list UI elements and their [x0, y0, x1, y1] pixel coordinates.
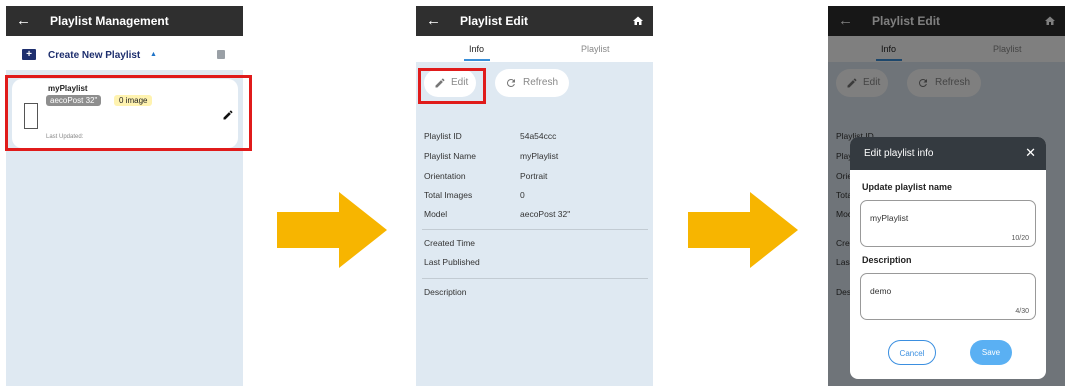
active-tab-indicator	[464, 59, 490, 61]
name-field-label: Update playlist name	[862, 182, 953, 192]
dialog-header: Edit playlist info ✕	[850, 137, 1046, 170]
row-label-description: Description	[424, 287, 467, 297]
tab-bar: Info Playlist	[416, 36, 653, 62]
refresh-label: Refresh	[523, 77, 559, 88]
next-step-arrow	[688, 192, 798, 268]
back-arrow-icon[interactable]: ←	[426, 12, 441, 30]
edit-dialog-screen: ← Playlist Edit Info Playlist Edit Refre…	[828, 6, 1065, 386]
description-field-label: Description	[862, 255, 912, 265]
name-char-counter: 10/20	[1011, 235, 1029, 242]
back-arrow-icon[interactable]: ←	[16, 12, 31, 30]
row-label-total-images: Total Images	[424, 190, 473, 200]
dialog-title: Edit playlist info	[864, 148, 934, 159]
page-title: Playlist Management	[50, 14, 169, 28]
row-value-playlist-name: myPlaylist	[520, 151, 559, 161]
row-label-model: Model	[424, 209, 448, 219]
description-value: demo	[870, 286, 892, 296]
description-field[interactable]: demo 4/30	[860, 273, 1036, 320]
refresh-button[interactable]: Refresh	[495, 69, 569, 97]
highlight-playlist-card	[5, 75, 252, 151]
playlist-name-field[interactable]: myPlaylist 10/20	[860, 200, 1036, 247]
row-value-orientation: Portrait	[520, 171, 548, 181]
row-label-playlist-name: Playlist Name	[424, 151, 476, 161]
edit-playlist-dialog: Edit playlist info ✕ Update playlist nam…	[850, 137, 1046, 379]
help-icon[interactable]	[217, 50, 225, 59]
save-button[interactable]: Save	[970, 340, 1012, 365]
page-title: Playlist Edit	[460, 14, 529, 28]
row-label-playlist-id: Playlist ID	[424, 131, 462, 141]
row-value-playlist-id: 54a54ccc	[520, 131, 557, 141]
create-new-playlist-button[interactable]: Create New Playlist	[48, 50, 140, 61]
highlight-edit-button	[418, 68, 486, 104]
row-value-model: aecoPost 32"	[520, 209, 571, 219]
cancel-button[interactable]: Cancel	[888, 340, 936, 365]
home-icon[interactable]	[632, 15, 644, 27]
refresh-icon	[506, 78, 515, 87]
tab-playlist[interactable]: Playlist	[581, 44, 610, 54]
app-bar: ← Playlist Management	[6, 6, 243, 36]
divider	[422, 229, 648, 230]
next-step-arrow	[277, 192, 387, 268]
divider	[422, 278, 648, 279]
tab-info[interactable]: Info	[469, 44, 484, 54]
row-value-total-images: 0	[520, 190, 525, 200]
row-label-last-published: Last Published	[424, 257, 480, 267]
playlist-management-screen: ← Playlist Management + Create New Playl…	[6, 6, 243, 386]
description-char-counter: 4/30	[1015, 308, 1029, 315]
row-label-created-time: Created Time	[424, 238, 476, 248]
playlist-edit-screen: ← Playlist Edit Info Playlist Edit Refre…	[416, 6, 653, 386]
create-playlist-bar: + Create New Playlist ▲	[6, 36, 243, 70]
row-label-orientation: Orientation	[424, 171, 466, 181]
caret-up-icon[interactable]: ▲	[150, 51, 157, 58]
app-bar: ← Playlist Edit	[416, 6, 653, 36]
new-folder-icon[interactable]: +	[22, 49, 36, 60]
playlist-name-value: myPlaylist	[870, 213, 909, 223]
close-icon[interactable]: ✕	[1025, 146, 1036, 159]
